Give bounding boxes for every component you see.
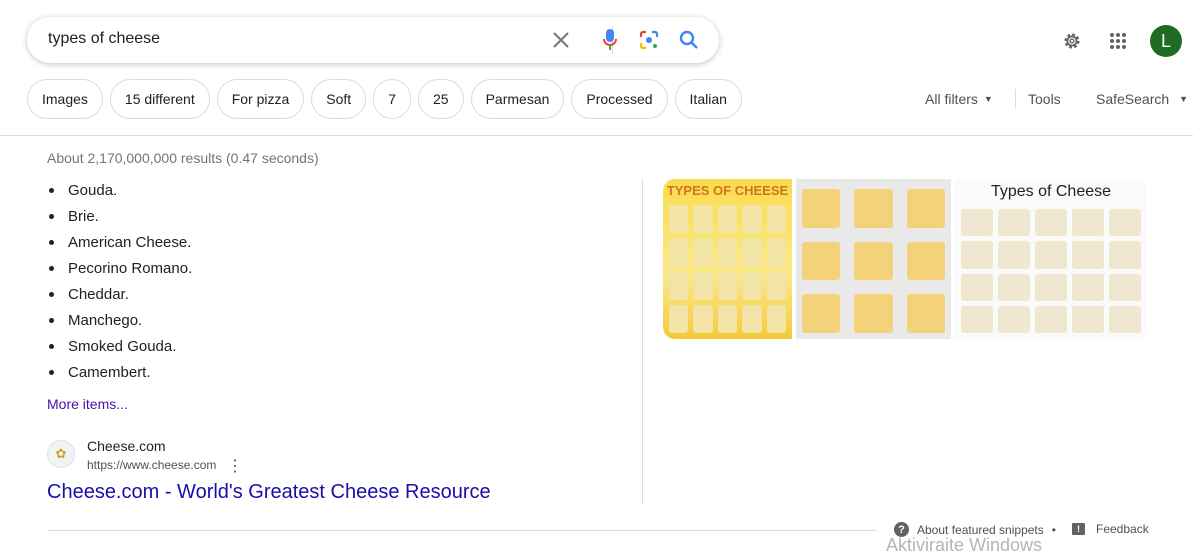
chip-7[interactable]: 7 [373,79,411,119]
more-options-icon[interactable]: ⋮ [227,456,243,476]
cheese-image-1[interactable]: TYPES OF CHEESE [663,179,792,339]
tools-label: Tools [1028,91,1061,107]
list-item: Camembert. [47,359,192,385]
feedback-icon: ! [1072,523,1085,535]
google-lens-icon[interactable] [637,28,661,52]
chip-for-pizza[interactable]: For pizza [216,79,305,119]
result-title-link[interactable]: Cheese.com - World's Greatest Cheese Res… [47,481,491,504]
more-items-link[interactable]: More items... [47,396,128,412]
site-favicon: ✿ [47,440,75,468]
chip-images[interactable]: Images [27,79,103,119]
site-url[interactable]: https://www.cheese.com [87,458,216,472]
separator: • [1051,522,1056,537]
chip-processed[interactable]: Processed [571,79,668,119]
image-caption: Types of Cheese [990,183,1112,200]
clear-icon[interactable] [549,28,573,52]
search-icon[interactable] [677,28,701,52]
chip-parmesan[interactable]: Parmesan [470,79,565,119]
list-item: Cheddar. [47,281,192,307]
divider [1015,89,1016,109]
search-input[interactable] [48,30,528,48]
dropdown-arrow-icon: ▼ [1179,94,1189,104]
feedback-link[interactable]: ! Feedback [1072,522,1149,536]
header-divider [0,135,1193,136]
apps-grid-icon[interactable] [1105,28,1131,54]
all-filters-label: All filters [925,91,978,107]
site-name[interactable]: Cheese.com [87,438,166,454]
list-item: Pecorino Romano. [47,255,192,281]
snippet-divider [642,179,643,505]
list-item: Smoked Gouda. [47,333,192,359]
safesearch-label: SafeSearch [1096,91,1170,107]
list-item: Brie. [47,203,192,229]
bottom-divider [47,530,877,531]
image-caption: TYPES OF CHEESE [666,183,789,198]
account-avatar[interactable]: L [1150,25,1182,57]
all-filters-button[interactable]: All filters ▼ [925,91,993,107]
list-item: Gouda. [47,177,192,203]
cheese-image-2[interactable] [796,179,951,339]
search-box[interactable] [27,17,719,63]
chip-25[interactable]: 25 [418,79,464,119]
image-strip: TYPES OF CHEESE Types of Cheese [663,179,1147,339]
feedback-label: Feedback [1096,522,1149,536]
safesearch-button[interactable]: SafeSearch ▼ [1096,91,1188,107]
chip-italian[interactable]: Italian [674,79,742,119]
cheese-image-3[interactable]: Types of Cheese [955,179,1147,339]
tools-button[interactable]: Tools [1028,91,1061,107]
list-item: Manchego. [47,307,192,333]
microphone-icon[interactable] [598,28,622,52]
windows-activation-watermark: Aktiviraite Windows [886,535,1043,555]
chip-15-different[interactable]: 15 different [109,79,210,119]
settings-gear-icon[interactable] [1059,28,1085,54]
result-stats: About 2,170,000,000 results (0.47 second… [47,150,319,166]
snippet-list: Gouda. Brie. American Cheese. Pecorino R… [47,177,192,385]
dropdown-arrow-icon: ▼ [983,94,993,104]
filter-chips: Images 15 different For pizza Soft 7 25 … [27,79,742,119]
chip-soft[interactable]: Soft [311,79,367,119]
list-item: American Cheese. [47,229,192,255]
